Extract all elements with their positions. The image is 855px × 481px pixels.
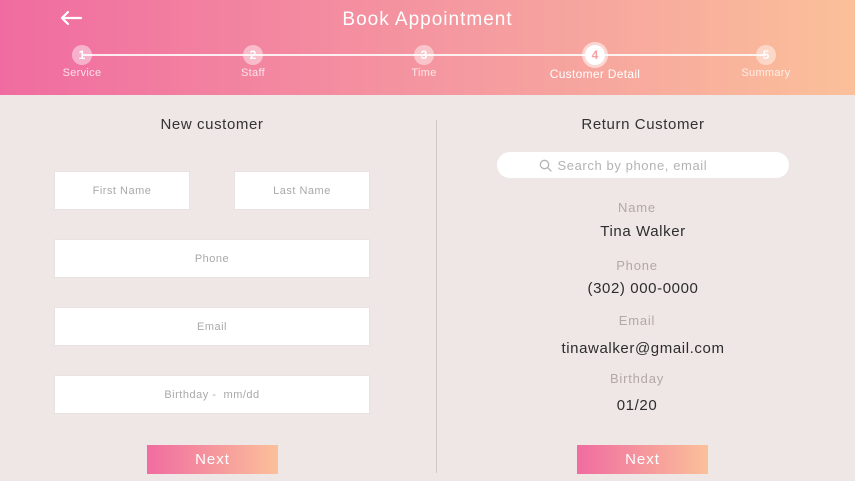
phone-label: Phone <box>616 258 658 273</box>
new-customer-next-button[interactable]: Next <box>147 445 278 474</box>
header-bar: Book Appointment 1 Service 2 Staff 3 Tim… <box>0 0 855 95</box>
step-number: 5 <box>756 45 776 65</box>
name-label: Name <box>618 200 656 215</box>
email-value: tinawalker@gmail.com <box>561 340 725 357</box>
return-customer-next-button[interactable]: Next <box>577 445 708 474</box>
step-customer-detail[interactable]: 4 Customer Detail <box>535 45 655 81</box>
customer-search-box[interactable] <box>497 152 789 178</box>
email-label: Email <box>618 313 656 328</box>
customer-search-input[interactable] <box>557 157 748 173</box>
step-number: 4 <box>585 45 605 65</box>
step-number: 2 <box>243 45 263 65</box>
progress-stepper: 1 Service 2 Staff 3 Time 4 Customer Deta… <box>0 45 855 90</box>
step-number: 1 <box>72 45 92 65</box>
first-name-input[interactable] <box>54 171 190 210</box>
new-customer-heading: New customer <box>160 116 264 133</box>
step-summary[interactable]: 5 Summary <box>706 45 826 79</box>
return-customer-heading: Return Customer <box>581 116 705 133</box>
step-service[interactable]: 1 Service <box>22 45 142 79</box>
step-label: Summary <box>741 67 791 79</box>
email-input[interactable] <box>54 307 370 346</box>
step-number: 3 <box>414 45 434 65</box>
step-label: Staff <box>241 67 265 79</box>
step-label: Customer Detail <box>549 67 641 81</box>
page-title: Book Appointment <box>342 9 513 30</box>
phone-input[interactable] <box>54 239 370 278</box>
step-time[interactable]: 3 Time <box>364 45 484 79</box>
birthday-input[interactable] <box>54 375 370 414</box>
birthday-value: 01/20 <box>616 397 658 414</box>
last-name-input[interactable] <box>234 171 370 210</box>
step-label: Service <box>62 67 102 79</box>
panel-divider <box>436 120 437 473</box>
birthday-label: Birthday <box>609 371 665 386</box>
phone-value: (302) 000-0000 <box>587 280 699 297</box>
step-label: Time <box>411 67 437 79</box>
search-icon <box>539 159 552 172</box>
name-value: Tina Walker <box>600 223 686 240</box>
step-staff[interactable]: 2 Staff <box>193 45 313 79</box>
